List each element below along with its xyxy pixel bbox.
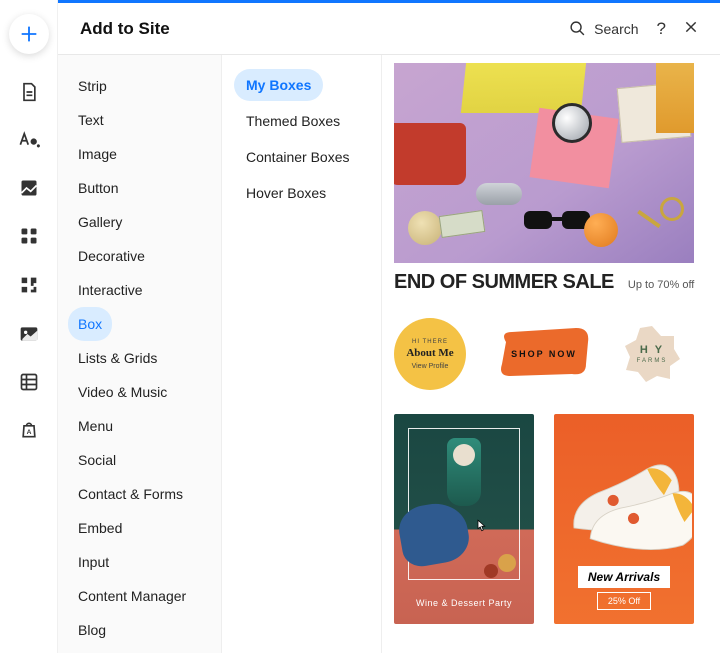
badge-shop-label: SHOP NOW [494,324,594,385]
category-item[interactable]: Store [68,647,211,653]
text-style-icon[interactable] [18,130,40,150]
category-item[interactable]: Decorative [68,239,211,273]
add-panel: Add to Site Search ? Strip Text Image Bu… [58,0,720,653]
hero-prop [656,63,694,133]
category-item[interactable]: Blog [68,613,211,647]
cards-row: Wine & Dessert Party [394,414,700,624]
badge-farms-brand: H Y [640,344,664,356]
search-icon [569,20,586,37]
category-item[interactable]: Contact & Forms [68,477,211,511]
store-icon[interactable]: A [19,420,39,440]
category-item[interactable]: Embed [68,511,211,545]
close-icon [684,20,698,34]
category-item[interactable]: Lists & Grids [68,341,211,375]
category-list: Strip Text Image Button Gallery Decorati… [58,55,222,653]
app-root: A Add to Site Search ? Strip Text [0,0,720,653]
widgets-icon[interactable] [19,226,39,246]
card-subtitle: 25% Off [597,592,651,610]
category-item[interactable]: Button [68,171,211,205]
card-title: New Arrivals [578,566,670,588]
subcategory-item-selected[interactable]: My Boxes [234,69,323,101]
card-prop [484,564,498,578]
card-caption: Wine & Dessert Party [394,598,534,608]
search-button[interactable]: Search [569,20,638,37]
badge-title: About Me [406,347,453,359]
subcategory-item[interactable]: Container Boxes [234,141,369,173]
add-button[interactable] [9,14,49,54]
category-item[interactable]: Strip [68,69,211,103]
panel-title: Add to Site [80,19,170,39]
subcategory-list: My Boxes Themed Boxes Container Boxes Ho… [222,55,382,653]
help-button[interactable]: ? [657,19,666,39]
category-item[interactable]: Gallery [68,205,211,239]
category-item[interactable]: Interactive [68,273,211,307]
panel-header: Add to Site Search ? [58,3,720,55]
close-button[interactable] [684,20,698,38]
category-item[interactable]: Social [68,443,211,477]
badge-kicker: HI THERE [412,339,448,345]
hero-prop [408,211,442,245]
preview-hero-box[interactable] [394,63,694,263]
card-prop [498,554,516,572]
hero-prop [394,123,466,185]
category-item[interactable]: Image [68,137,211,171]
preview-card-arrivals[interactable]: New Arrivals 25% Off [554,414,694,624]
preview-badge-about[interactable]: HI THERE About Me View Profile [394,318,466,390]
hero-subtitle: Up to 70% off [628,279,694,291]
sneaker-icon [562,434,692,564]
category-item[interactable]: Text [68,103,211,137]
hero-prop [476,183,522,205]
card-prop [453,444,475,466]
category-item[interactable]: Menu [68,409,211,443]
subcategory-item[interactable]: Themed Boxes [234,105,369,137]
category-item[interactable]: Content Manager [68,579,211,613]
preview-badge-farms[interactable]: H Y FARMS [622,324,682,384]
svg-text:A: A [26,429,31,436]
category-item-selected[interactable]: Box [68,307,112,341]
section-icon[interactable] [19,178,39,198]
apps-icon[interactable] [18,274,40,296]
subcategory-item[interactable]: Hover Boxes [234,177,369,209]
badges-row: HI THERE About Me View Profile SHOP NOW [394,318,700,390]
hero-title: END OF SUMMER SALE [394,271,614,294]
hero-prop [552,103,592,143]
hero-prop [626,193,684,243]
data-icon[interactable] [19,372,39,392]
media-icon[interactable] [19,324,39,344]
preview-badge-shop[interactable]: SHOP NOW [494,324,594,385]
preview-area: END OF SUMMER SALE Up to 70% off HI THER… [382,55,720,653]
search-label: Search [594,21,638,37]
page-icon[interactable] [19,82,39,102]
hero-prop [584,213,618,247]
panel-body: Strip Text Image Button Gallery Decorati… [58,55,720,653]
left-rail: A [0,0,58,653]
badge-link: View Profile [412,363,449,370]
plus-icon [18,23,40,45]
badge-farms-sub: FARMS [637,358,668,364]
hero-label: END OF SUMMER SALE Up to 70% off [394,271,700,294]
cursor-pointer-icon [472,518,490,536]
category-item[interactable]: Video & Music [68,375,211,409]
preview-card-wine[interactable]: Wine & Dessert Party [394,414,534,624]
header-actions: Search ? [569,19,698,39]
category-item[interactable]: Input [68,545,211,579]
